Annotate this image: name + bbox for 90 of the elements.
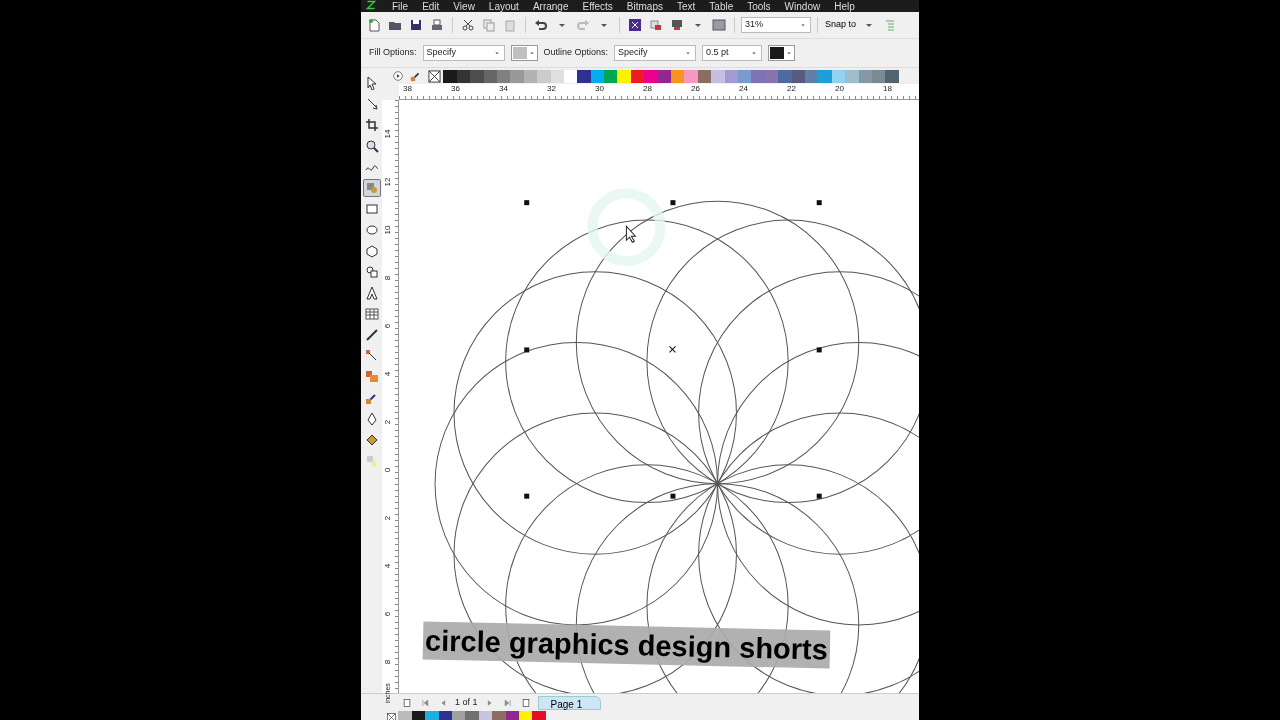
color-swatch[interactable] xyxy=(671,69,685,83)
launcher-icon[interactable] xyxy=(626,16,644,34)
selection-handle[interactable] xyxy=(524,493,530,499)
menu-item[interactable]: View xyxy=(446,2,482,12)
options-dropdown[interactable]: Specify xyxy=(422,45,505,61)
color-dropdown[interactable] xyxy=(768,45,796,61)
ruler-label: 24 xyxy=(738,84,749,95)
ruler-label: 30 xyxy=(594,84,605,95)
menu-item[interactable]: Effects xyxy=(575,2,620,12)
ruler-label: 0 xyxy=(382,466,393,475)
ruler-label: 4 xyxy=(382,370,393,379)
selection-handle[interactable] xyxy=(816,493,822,499)
ruler-label: 32 xyxy=(546,84,557,95)
menu-item[interactable]: Arrange xyxy=(525,2,576,12)
ruler-label: 26 xyxy=(690,84,701,95)
color-swatch[interactable] xyxy=(751,69,765,83)
no-color-swatch[interactable] xyxy=(385,711,399,720)
pointer-icon xyxy=(625,225,636,243)
no-color-swatch[interactable] xyxy=(428,69,442,83)
color-swatch[interactable] xyxy=(443,69,457,83)
center-mark-icon xyxy=(668,345,676,353)
color-swatch[interactable] xyxy=(518,711,533,720)
ruler-label: 6 xyxy=(382,322,393,331)
menu-item[interactable]: Layout xyxy=(481,2,526,12)
menu-item[interactable]: Window xyxy=(777,2,828,12)
color-swatch[interactable] xyxy=(604,69,618,83)
table-icon[interactable] xyxy=(362,305,381,323)
ruler-label: 6 xyxy=(382,610,393,619)
snap-to-button[interactable]: Snap to xyxy=(824,16,858,34)
color-swatch[interactable] xyxy=(818,69,832,83)
palette-controls-icon[interactable] xyxy=(392,69,404,83)
color-swatch[interactable] xyxy=(451,711,466,720)
color-swatch[interactable] xyxy=(711,69,725,83)
ruler-label: 4 xyxy=(382,562,393,571)
selection-handle[interactable] xyxy=(816,347,822,353)
color-swatch[interactable] xyxy=(778,69,792,83)
color-swatch[interactable] xyxy=(478,711,493,720)
color-swatch[interactable] xyxy=(532,711,546,720)
menu-item[interactable]: Table xyxy=(702,2,741,12)
color-swatch[interactable] xyxy=(465,711,479,720)
zoom-dropdown[interactable]: 31% xyxy=(741,17,811,33)
ruler-label: 8 xyxy=(382,658,393,667)
ruler-label: 28 xyxy=(642,84,653,95)
fill-options-label: Fill Options: xyxy=(369,46,417,60)
selection-handle[interactable] xyxy=(816,200,822,206)
color-swatch[interactable] xyxy=(505,711,519,720)
color-swatch[interactable] xyxy=(845,69,859,83)
options-dropdown[interactable]: Specify xyxy=(614,45,697,61)
fullscreen-icon[interactable] xyxy=(710,16,728,34)
ruler-label: 22 xyxy=(786,84,797,95)
color-swatch[interactable] xyxy=(617,69,631,83)
selection-handle[interactable] xyxy=(524,347,530,353)
color-swatch[interactable] xyxy=(470,69,484,83)
color-swatch[interactable] xyxy=(885,69,899,83)
menu-item[interactable]: Help xyxy=(827,2,862,12)
outline-options-label: Outline Options: xyxy=(543,46,609,60)
color-swatch[interactable] xyxy=(411,711,426,720)
ruler-label: 10 xyxy=(382,224,393,237)
selection-handle[interactable] xyxy=(524,200,530,206)
page-tab[interactable]: Page 1 xyxy=(537,695,602,710)
ruler-label: 12 xyxy=(382,176,393,189)
color-dropdown[interactable] xyxy=(510,45,538,61)
menu-item[interactable]: Edit xyxy=(415,2,447,12)
ruler-label: 34 xyxy=(498,84,509,95)
menu-item[interactable]: Tools xyxy=(740,2,778,12)
menu-item[interactable]: Bitmaps xyxy=(619,2,670,12)
color-swatch[interactable] xyxy=(577,69,591,83)
ruler-label: 2 xyxy=(382,418,393,427)
color-swatch[interactable] xyxy=(438,711,452,720)
ruler-label: 8 xyxy=(382,274,393,283)
color-swatch[interactable] xyxy=(644,69,658,83)
color-swatch[interactable] xyxy=(398,711,412,720)
smart-fill-icon[interactable] xyxy=(362,179,381,197)
color-swatch[interactable] xyxy=(425,711,439,720)
selection-handle[interactable] xyxy=(670,200,676,206)
ruler-label: 18 xyxy=(882,84,893,95)
options-dropdown[interactable]: 0.5 pt xyxy=(702,45,763,61)
selection-handle[interactable] xyxy=(670,493,676,499)
ruler-label: 2 xyxy=(382,514,393,523)
menu-item[interactable]: File xyxy=(385,2,416,12)
color-swatch[interactable] xyxy=(492,711,506,720)
ruler-label: 14 xyxy=(382,128,393,141)
menu-item[interactable]: Text xyxy=(670,2,703,12)
ruler-label: 36 xyxy=(450,84,461,95)
page-counter: 1 of 1 xyxy=(455,695,478,709)
color-swatch[interactable] xyxy=(537,69,551,83)
ruler-label: 20 xyxy=(834,84,845,95)
ruler-label: 38 xyxy=(402,84,413,95)
color-swatch[interactable] xyxy=(510,69,524,83)
color-swatch[interactable] xyxy=(684,69,698,83)
